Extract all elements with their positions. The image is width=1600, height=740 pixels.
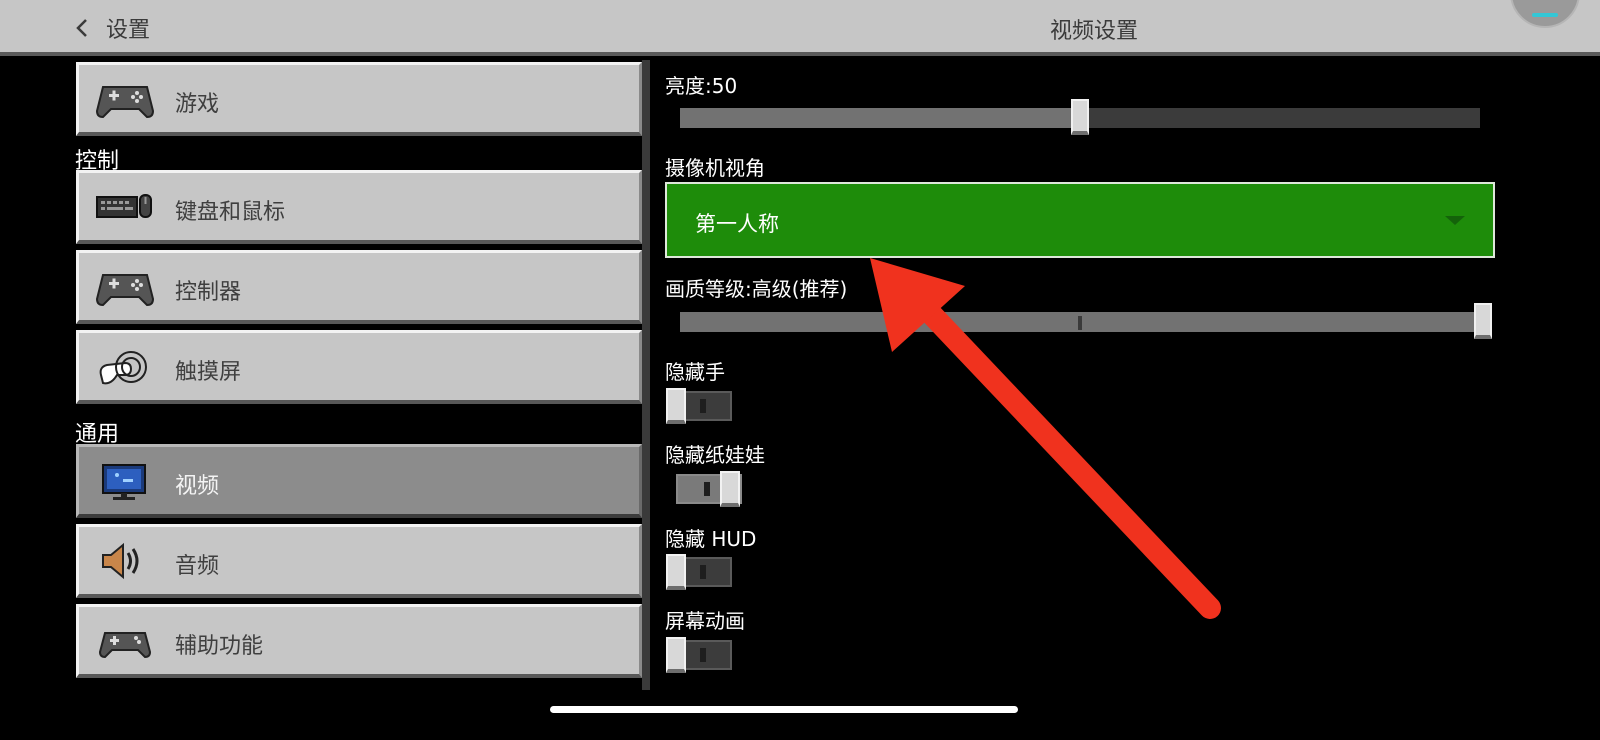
panel-divider — [642, 60, 650, 690]
nav-item-touchscreen[interactable]: 触摸屏 — [76, 330, 642, 404]
hide-hud-toggle[interactable] — [666, 554, 732, 590]
brightness-slider-fill — [680, 108, 1080, 128]
speaker-icon — [102, 542, 139, 580]
hide-hand-label: 隐藏手 — [665, 360, 725, 384]
accessibility-gamepad-icon — [98, 632, 152, 659]
brightness-label: 亮度:50 — [665, 74, 738, 98]
top-bar: 设置 视频设置 — [0, 0, 1600, 56]
toggle-knob — [720, 471, 740, 507]
toggle-knob — [666, 637, 686, 673]
nav-item-label: 键盘和鼠标 — [175, 200, 286, 225]
nav-item-accessibility[interactable]: 辅助功能 — [76, 604, 642, 678]
hide-paperdoll-label: 隐藏纸娃娃 — [665, 443, 765, 467]
toggle-track-mark — [700, 565, 706, 579]
chevron-left-icon — [76, 19, 87, 37]
toggle-knob — [666, 554, 686, 590]
controller-icon — [95, 274, 155, 307]
touch-hand-icon — [99, 351, 147, 385]
nav-item-label: 控制器 — [175, 280, 242, 305]
nav-item-label: 游戏 — [175, 92, 220, 117]
keyboard-mouse-icon — [96, 194, 152, 218]
camera-perspective-value: 第一人称 — [695, 212, 779, 236]
profile-avatar[interactable] — [1510, 0, 1580, 28]
toggle-knob — [666, 388, 686, 424]
back-label: 设置 — [106, 18, 151, 43]
page-title: 视频设置 — [1050, 19, 1139, 44]
nav-item-controller[interactable]: 控制器 — [76, 250, 642, 324]
nav-item-label: 辅助功能 — [175, 634, 264, 659]
hide-hand-toggle[interactable] — [666, 388, 732, 424]
toggle-track-mark — [704, 482, 710, 496]
graphics-quality-label: 画质等级:高级(推荐) — [665, 277, 848, 301]
nav-item-video[interactable]: 视频 — [76, 444, 642, 518]
gamepad-icon — [95, 86, 155, 119]
back-button[interactable]: 设置 — [72, 8, 182, 48]
nav-item-game[interactable]: 游戏 — [76, 62, 642, 136]
home-indicator[interactable] — [550, 706, 1018, 713]
toggle-track-mark — [700, 399, 706, 413]
screen-animations-toggle[interactable] — [666, 637, 732, 673]
brightness-slider-thumb[interactable] — [1071, 99, 1089, 135]
nav-item-keyboard-mouse[interactable]: 键盘和鼠标 — [76, 170, 642, 244]
graphics-quality-slider[interactable] — [680, 303, 1492, 339]
hide-hud-label: 隐藏 HUD — [665, 527, 757, 551]
chevron-down-icon — [1445, 216, 1465, 225]
hide-paperdoll-toggle[interactable] — [676, 471, 742, 507]
camera-perspective-label: 摄像机视角 — [665, 156, 765, 180]
graphics-quality-slider-thumb[interactable] — [1474, 303, 1492, 339]
graphics-quality-tick — [1078, 316, 1082, 330]
nav-item-label: 触摸屏 — [175, 360, 242, 385]
screen-animations-label: 屏幕动画 — [665, 609, 745, 633]
status-indicator-icon — [1532, 13, 1558, 17]
nav-item-audio[interactable]: 音频 — [76, 524, 642, 598]
nav-item-label: 音频 — [175, 554, 220, 579]
camera-perspective-dropdown[interactable]: 第一人称 — [665, 182, 1495, 258]
monitor-icon — [102, 464, 146, 500]
nav-item-label: 视频 — [175, 474, 220, 499]
brightness-slider[interactable] — [680, 99, 1480, 135]
toggle-track-mark — [700, 648, 706, 662]
